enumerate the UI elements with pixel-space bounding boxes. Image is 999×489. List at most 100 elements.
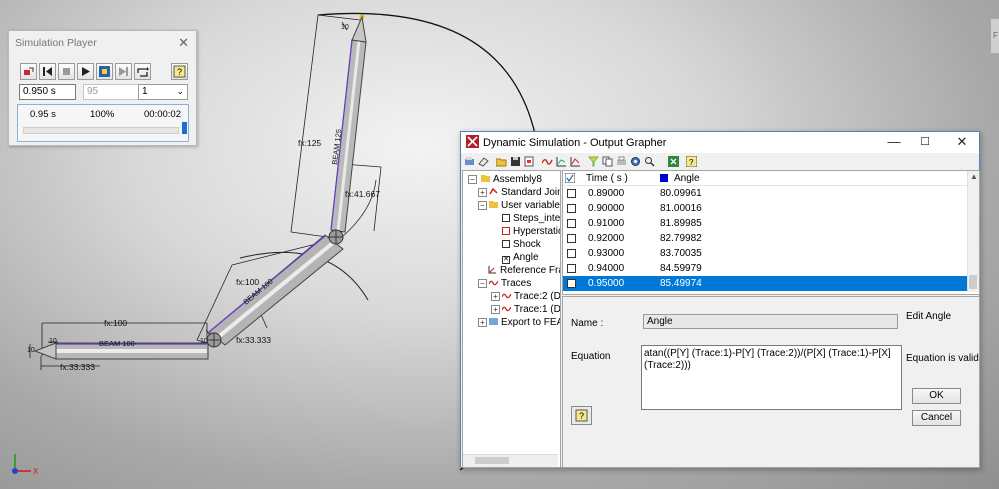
- stop-button[interactable]: [58, 63, 75, 80]
- time-input[interactable]: 0.950 s: [19, 84, 76, 100]
- dim-fx33-bottom: fx:33.333: [60, 362, 95, 372]
- dim-10-d: 10: [341, 24, 349, 31]
- output-grapher-titlebar[interactable]: Dynamic Simulation - Output Grapher — ☐ …: [461, 132, 979, 153]
- scroll-up-icon[interactable]: ▲: [970, 172, 978, 181]
- tree-item-user-variables[interactable]: − User variables: [478, 200, 560, 211]
- tree-horizontal-scrollbar[interactable]: [463, 454, 558, 467]
- checkbox[interactable]: [502, 240, 510, 248]
- select-all-icon[interactable]: [565, 173, 575, 183]
- current-time-text: 0.95 s: [30, 109, 56, 120]
- tree-item-traces[interactable]: − Traces: [478, 278, 531, 289]
- import-icon[interactable]: [464, 156, 475, 167]
- plot-xy-icon[interactable]: [556, 156, 567, 167]
- table-row-selected[interactable]: 0.95000 85.49974: [563, 276, 967, 291]
- tree-item-trace1[interactable]: + Trace:1 (DS: [491, 304, 560, 315]
- tree-node-root[interactable]: − Assembly8: [468, 174, 542, 185]
- table-row[interactable]: 0.94000 84.59979: [563, 261, 967, 276]
- tree-item-trace2[interactable]: + Trace:2 (DS: [491, 291, 560, 302]
- help-toolbar-icon[interactable]: ?: [686, 156, 697, 167]
- tree-item-reference-frame[interactable]: Reference Fram: [488, 265, 560, 276]
- open-folder-icon[interactable]: [496, 156, 507, 167]
- beam-middle[interactable]: [208, 234, 344, 346]
- construction-mode-button[interactable]: [20, 63, 37, 80]
- playback-status-panel: 0.95 s 100% 00:00:02: [17, 104, 189, 142]
- loop-button[interactable]: [134, 63, 151, 80]
- eraser-icon[interactable]: [478, 156, 489, 167]
- elapsed-time-text: 00:00:02: [144, 109, 181, 120]
- checkbox-checked[interactable]: ✕: [502, 256, 510, 264]
- equation-valid-text: Equation is valid: [906, 353, 979, 364]
- col-time-header[interactable]: Time ( s ): [586, 173, 628, 184]
- checkbox[interactable]: [502, 214, 510, 222]
- joint-icon: [489, 187, 498, 195]
- table-row[interactable]: 0.91000 81.89985: [563, 216, 967, 231]
- rewind-button[interactable]: [39, 63, 56, 80]
- name-label: Name :: [571, 318, 604, 329]
- table-row[interactable]: 0.93000 83.70035: [563, 246, 967, 261]
- output-grapher-toolbar: ?: [461, 154, 979, 171]
- close-icon[interactable]: ✕: [178, 35, 189, 51]
- play-button[interactable]: [77, 63, 94, 80]
- table-row[interactable]: 0.89000 80.09961: [563, 186, 967, 201]
- zoom-icon[interactable]: [644, 156, 655, 167]
- tree-item-angle[interactable]: ✕ Angle: [502, 252, 539, 264]
- tree-item-export-fea[interactable]: + Export to FEA: [478, 317, 560, 328]
- equation-textarea[interactable]: atan((P[Y] (Trace:1)-P[Y] (Trace:2))/(P[…: [641, 345, 902, 410]
- playback-slider-track[interactable]: [23, 127, 179, 134]
- dim-fx41: fx:41.667: [345, 189, 380, 199]
- dim-beam-bottom: BEAM 100: [99, 339, 135, 348]
- table-row[interactable]: 0.92000 82.79982: [563, 231, 967, 246]
- edit-angle-label: Edit Angle: [906, 311, 952, 322]
- help-icon[interactable]: ?: [571, 406, 592, 425]
- cancel-button[interactable]: Cancel: [912, 410, 961, 426]
- equation-label: Equation: [571, 351, 611, 362]
- col-angle-header[interactable]: Angle: [674, 173, 700, 184]
- variable-edit-form: Name : Angle Edit Angle Equation atan((P…: [562, 296, 980, 468]
- beam-top[interactable]: [330, 15, 367, 233]
- window-close-icon[interactable]: ✕: [948, 133, 976, 151]
- fast-forward-button[interactable]: [115, 63, 132, 80]
- table-row[interactable]: 0.90000 81.00016: [563, 201, 967, 216]
- maximize-icon[interactable]: ☐: [911, 133, 939, 151]
- tree-item-shock[interactable]: Shock: [502, 239, 541, 250]
- dim-10-b: 10: [27, 347, 35, 354]
- trace-icon: [489, 280, 498, 286]
- filter-icon[interactable]: [588, 156, 599, 167]
- dim-fx100-mid: fx:100: [236, 277, 259, 287]
- excel-icon[interactable]: [668, 156, 679, 167]
- copy-icon[interactable]: [602, 156, 613, 167]
- tree-item-steps[interactable]: Steps_interr: [502, 213, 560, 224]
- name-input[interactable]: Angle: [643, 314, 898, 329]
- print-icon[interactable]: [616, 156, 627, 167]
- app-icon: [466, 135, 479, 148]
- export-icon[interactable]: [524, 156, 535, 167]
- side-panel-tab[interactable]: F: [990, 18, 999, 54]
- playback-slider-thumb[interactable]: [182, 122, 187, 134]
- simulation-player-window: Simulation Player ✕ ? 0.950 s 95 1 ⌄ 0.9…: [8, 30, 197, 146]
- plot-curve-icon[interactable]: [542, 156, 553, 167]
- speed-select[interactable]: 1 ⌄: [138, 84, 188, 100]
- step-input[interactable]: 95: [83, 84, 139, 100]
- trace-icon: [502, 293, 511, 299]
- variables-tree[interactable]: − Assembly8 + Standard Joints − User var…: [462, 170, 561, 468]
- trace-icon: [502, 306, 511, 312]
- help-icon[interactable]: ?: [171, 63, 188, 80]
- table-vertical-scrollbar[interactable]: ▲: [967, 171, 979, 292]
- settings-icon[interactable]: [630, 156, 641, 167]
- dim-fx125: fx:125: [298, 138, 321, 148]
- svg-text:?: ?: [579, 411, 584, 421]
- svg-text:?: ?: [689, 158, 694, 167]
- output-grapher-window: Dynamic Simulation - Output Grapher — ☐ …: [460, 131, 980, 468]
- save-icon[interactable]: [510, 156, 521, 167]
- angle-color-swatch: [660, 174, 668, 182]
- tree-item-hyperstatic[interactable]: Hyperstatic: [502, 226, 560, 237]
- results-table[interactable]: Time ( s ) Angle 0.89000 80.09961 0.90000…: [562, 170, 980, 295]
- dim-fx100-bottom: fx:100: [104, 318, 127, 328]
- minimize-icon[interactable]: —: [880, 133, 908, 151]
- record-button[interactable]: [96, 63, 113, 80]
- tree-item-standard-joints[interactable]: + Standard Joints: [478, 187, 560, 198]
- checkbox[interactable]: [502, 227, 510, 235]
- chevron-down-icon: ⌄: [176, 86, 184, 96]
- plot-new-icon[interactable]: [570, 156, 581, 167]
- ok-button[interactable]: OK: [912, 388, 961, 404]
